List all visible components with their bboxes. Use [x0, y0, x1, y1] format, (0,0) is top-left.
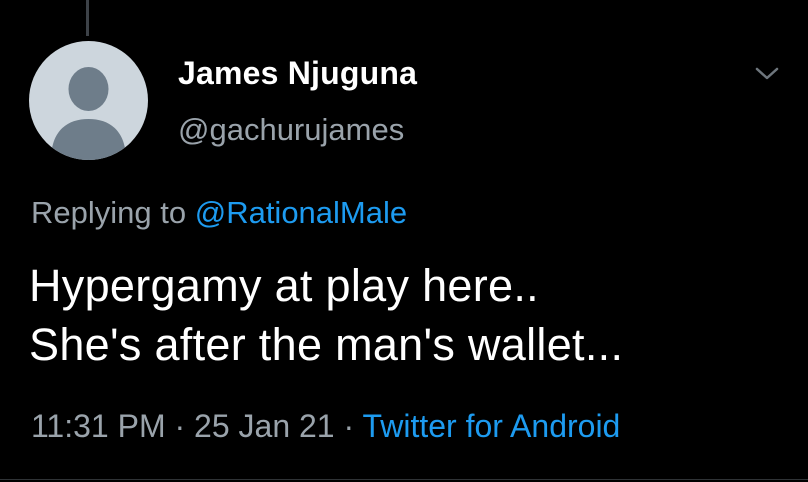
author-handle[interactable]: @gachurujames [178, 112, 404, 148]
author-display-name[interactable]: James Njuguna [178, 55, 417, 92]
divider [0, 479, 808, 480]
avatar[interactable] [29, 41, 148, 160]
reply-context-prefix: Replying to [31, 195, 195, 230]
thread-connector-line [86, 0, 89, 36]
default-profile-icon [51, 67, 126, 160]
tweet-meta: 11:31 PM · 25 Jan 21 · Twitter for Andro… [31, 408, 620, 445]
tweet-text-line: She's after the man's wallet... [29, 319, 624, 370]
tweet-body: Hypergamy at play here.. She's after the… [29, 256, 789, 374]
tweet-date[interactable]: 25 Jan 21 [194, 408, 335, 444]
chevron-down-icon [755, 67, 779, 80]
reply-mention-link[interactable]: @RationalMale [195, 195, 407, 230]
meta-separator: · [174, 408, 186, 444]
more-options-button[interactable] [748, 58, 786, 90]
tweet-source-link[interactable]: Twitter for Android [362, 408, 620, 444]
tweet-time[interactable]: 11:31 PM [31, 408, 166, 444]
meta-separator: · [343, 408, 355, 444]
tweet-text-line: Hypergamy at play here.. [29, 260, 539, 311]
reply-context: Replying to @RationalMale [31, 195, 407, 231]
